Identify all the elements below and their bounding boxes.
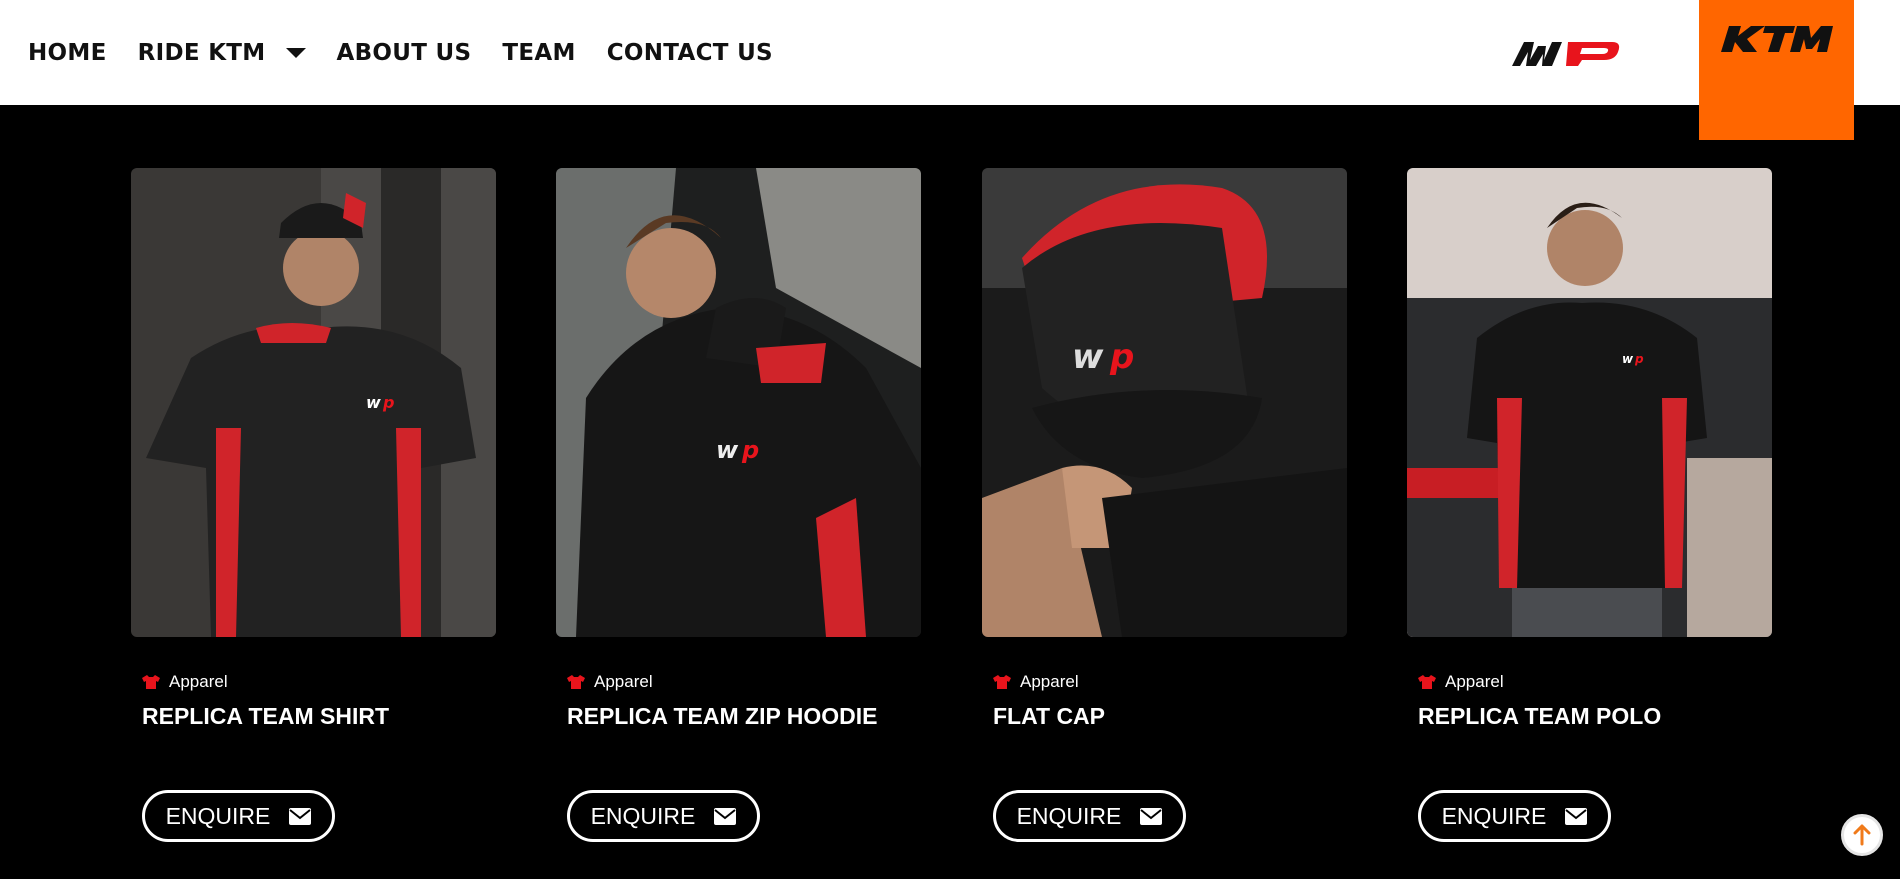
enquire-label: ENQUIRE: [165, 802, 271, 829]
caret-down-icon[interactable]: [285, 47, 306, 58]
product-photo-zip-hoodie[interactable]: w p: [556, 168, 921, 637]
product-photo-team-shirt[interactable]: w p: [131, 168, 496, 637]
product-category: Apparel: [567, 672, 653, 692]
nav-contact-us[interactable]: CONTACT US: [607, 40, 773, 66]
nav-about-us-label: ABOUT US: [336, 39, 472, 66]
tshirt-icon: [1418, 675, 1436, 689]
product-title[interactable]: REPLICA TEAM POLO: [1418, 703, 1661, 730]
envelope-icon: [714, 807, 737, 825]
main-nav: HOME RIDE KTM ABOUT US TEAM CONTACT US: [28, 0, 804, 105]
product-title[interactable]: FLAT CAP: [993, 703, 1105, 730]
svg-text:w: w: [1072, 337, 1104, 377]
nav-home-label: HOME: [28, 39, 107, 66]
product-title[interactable]: REPLICA TEAM ZIP HOODIE: [567, 703, 878, 730]
product-category: Apparel: [142, 672, 228, 692]
nav-team-label: TEAM: [502, 39, 576, 66]
enquire-label: ENQUIRE: [1441, 802, 1547, 829]
nav-home[interactable]: HOME: [28, 40, 107, 66]
product-photo-team-polo[interactable]: w p: [1407, 168, 1772, 637]
product-category-label: Apparel: [169, 672, 228, 691]
nav-team[interactable]: TEAM: [502, 40, 575, 66]
product-category: Apparel: [993, 672, 1079, 692]
svg-text:w: w: [716, 436, 739, 464]
tshirt-icon: [142, 675, 160, 689]
envelope-icon: [1565, 807, 1588, 825]
svg-text:p: p: [382, 393, 394, 412]
enquire-button[interactable]: ENQUIRE: [993, 790, 1186, 842]
svg-text:w: w: [366, 393, 381, 412]
nav-contact-us-label: CONTACT US: [606, 39, 773, 66]
wp-logo[interactable]: [1512, 34, 1640, 74]
product-category-label: Apparel: [594, 672, 653, 691]
tshirt-icon: [993, 675, 1011, 689]
envelope-icon: [1140, 807, 1163, 825]
svg-text:w: w: [1622, 352, 1634, 366]
scroll-to-top-button[interactable]: [1841, 814, 1883, 856]
enquire-label: ENQUIRE: [1016, 802, 1122, 829]
arrow-up-icon: [1853, 824, 1871, 846]
product-category-label: Apparel: [1020, 672, 1079, 691]
product-category: Apparel: [1418, 672, 1504, 692]
svg-text:p: p: [741, 436, 759, 464]
svg-text:p: p: [1634, 352, 1644, 366]
tshirt-icon: [567, 675, 585, 689]
product-photo-flat-cap[interactable]: w p: [982, 168, 1347, 637]
product-title[interactable]: REPLICA TEAM SHIRT: [142, 703, 389, 730]
enquire-label: ENQUIRE: [590, 802, 696, 829]
svg-text:p: p: [1109, 337, 1134, 377]
enquire-button[interactable]: ENQUIRE: [1418, 790, 1611, 842]
envelope-icon: [289, 807, 312, 825]
enquire-button[interactable]: ENQUIRE: [142, 790, 335, 842]
site-header: HOME RIDE KTM ABOUT US TEAM CONTACT US: [0, 0, 1900, 140]
product-category-label: Apparel: [1445, 672, 1504, 691]
nav-ride-ktm[interactable]: RIDE KTM: [138, 40, 306, 66]
nav-ride-ktm-label: RIDE KTM: [137, 39, 266, 66]
ktm-logo[interactable]: [1699, 0, 1854, 140]
nav-about-us[interactable]: ABOUT US: [337, 40, 472, 66]
enquire-button[interactable]: ENQUIRE: [567, 790, 760, 842]
